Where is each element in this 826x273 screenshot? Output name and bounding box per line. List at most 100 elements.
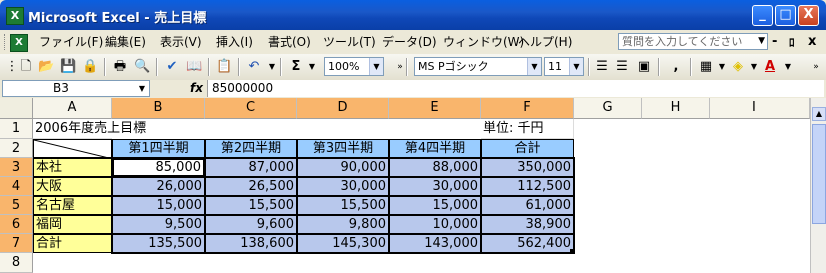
row-header-1[interactable]: 1 (0, 119, 33, 139)
data-cell[interactable]: 87,000 (205, 158, 297, 177)
align-center-icon[interactable]: ☰ (614, 59, 630, 75)
chevron-down-icon[interactable]: ▼ (569, 58, 583, 75)
font-name-select[interactable]: MS Pゴシック ▼ (414, 57, 542, 76)
data-cell[interactable]: 9,600 (205, 215, 297, 234)
data-cell[interactable]: 135,500 (112, 234, 205, 253)
col-header-c[interactable]: C (205, 98, 297, 119)
close-button[interactable]: X (798, 5, 819, 26)
research-icon[interactable]: 📖 (186, 59, 202, 75)
menu-help[interactable]: ヘルプ(H) (518, 34, 572, 50)
fill-color-dropdown-icon[interactable]: ▼ (746, 59, 762, 75)
total-cell[interactable]: 350,000 (481, 158, 574, 177)
data-cell[interactable]: 30,000 (389, 177, 481, 196)
doc-restore-button[interactable]: ﾛ (789, 34, 795, 50)
row-header-8[interactable]: 8 (0, 253, 33, 273)
data-cell[interactable]: 9,800 (297, 215, 389, 234)
spelling-icon[interactable]: ✔ (164, 59, 180, 75)
row-name-cell[interactable]: 本社 (33, 158, 112, 177)
menu-data[interactable]: データ(D) (382, 34, 437, 50)
menu-edit[interactable]: 編集(E) (105, 34, 146, 50)
fill-color-icon[interactable]: ◈ (730, 59, 746, 75)
data-cell[interactable]: 15,500 (205, 196, 297, 215)
cell-a2-diagonal[interactable] (33, 139, 113, 159)
total-cell[interactable]: 562,400 (481, 234, 574, 253)
borders-icon[interactable]: ▦ (698, 59, 714, 75)
autosum-dropdown-icon[interactable]: ▼ (304, 59, 320, 75)
toolbar-grip[interactable] (4, 34, 8, 50)
open-folder-icon[interactable]: 📂 (38, 59, 54, 75)
minimize-button[interactable]: _ (752, 5, 773, 26)
row-name-cell[interactable]: 合計 (33, 234, 112, 253)
data-cell[interactable]: 90,000 (297, 158, 389, 177)
select-all-corner[interactable] (0, 98, 33, 119)
maximize-button[interactable]: □ (775, 5, 796, 26)
vertical-scrollbar[interactable]: ▲ (810, 98, 826, 273)
total-cell[interactable]: 38,900 (481, 215, 574, 234)
menu-view[interactable]: 表示(V) (160, 34, 202, 50)
active-cell-b3[interactable]: 85,000 (112, 158, 205, 177)
header-total[interactable]: 合計 (481, 139, 574, 158)
autosum-icon[interactable]: Σ (288, 59, 304, 75)
undo-dropdown-icon[interactable]: ▼ (264, 59, 280, 75)
col-header-g[interactable]: G (574, 98, 642, 119)
permission-icon[interactable]: 🔒 (82, 59, 98, 75)
chevron-down-icon[interactable]: ▼ (369, 58, 383, 75)
row-name-cell[interactable]: 名古屋 (33, 196, 112, 215)
scroll-thumb[interactable] (812, 124, 826, 224)
cell-f1-unit[interactable]: 単位: 千円 (481, 119, 574, 139)
chevron-down-icon[interactable]: ▼ (527, 58, 541, 75)
col-header-a[interactable]: A (33, 98, 112, 119)
menu-insert[interactable]: 挿入(I) (216, 34, 253, 50)
print-preview-icon[interactable]: 🔍 (134, 59, 150, 75)
data-cell[interactable]: 15,000 (389, 196, 481, 215)
header-q1[interactable]: 第1四半期 (112, 139, 205, 158)
data-cell[interactable]: 26,000 (112, 177, 205, 196)
row-header-7[interactable]: 7 (0, 234, 33, 253)
name-box[interactable]: B3 ▼ (2, 80, 150, 97)
paste-icon[interactable]: 📋 (216, 59, 232, 75)
col-header-d[interactable]: D (297, 98, 389, 119)
font-size-select[interactable]: 11 ▼ (544, 57, 584, 76)
new-file-icon[interactable]: 🗋 (18, 59, 34, 75)
toolbar-options-icon[interactable]: » (808, 59, 824, 75)
data-cell[interactable]: 15,000 (112, 196, 205, 215)
data-cell[interactable]: 138,600 (205, 234, 297, 253)
data-cell[interactable]: 10,000 (389, 215, 481, 234)
row-header-2[interactable]: 2 (0, 139, 33, 158)
zoom-select[interactable]: 100% ▼ (324, 57, 384, 76)
print-icon[interactable]: 🖶 (112, 59, 128, 75)
data-cell[interactable]: 9,500 (112, 215, 205, 234)
doc-close-button[interactable]: x (808, 34, 816, 49)
data-cell[interactable]: 145,300 (297, 234, 389, 253)
chevron-down-icon[interactable]: ▼ (135, 81, 149, 96)
worksheet-grid[interactable]: A B C D E F G H I 1 2 3 4 5 6 7 8 2006年度… (0, 98, 810, 273)
data-cell[interactable]: 143,000 (389, 234, 481, 253)
fill-handle[interactable] (570, 249, 575, 254)
col-header-f[interactable]: F (481, 98, 574, 119)
menu-window[interactable]: ウィンドウ(W) (443, 34, 524, 50)
formula-input[interactable]: 85000000 (207, 80, 824, 97)
undo-icon[interactable]: ↶ (246, 59, 262, 75)
header-q4[interactable]: 第4四半期 (389, 139, 481, 158)
total-cell[interactable]: 61,000 (481, 196, 574, 215)
help-question-input[interactable]: 質問を入力してください ▼ (618, 33, 768, 50)
header-q3[interactable]: 第3四半期 (297, 139, 389, 158)
col-header-h[interactable]: H (642, 98, 710, 119)
row-name-cell[interactable]: 福岡 (33, 215, 112, 234)
scroll-up-icon[interactable]: ▲ (812, 107, 826, 121)
data-cell[interactable]: 26,500 (205, 177, 297, 196)
comma-style-icon[interactable]: , (668, 59, 684, 75)
menu-file[interactable]: ファイル(F) (39, 34, 103, 50)
doc-minimize-button[interactable]: - (772, 34, 777, 49)
col-header-i[interactable]: I (710, 98, 810, 119)
align-left-icon[interactable]: ☰ (594, 59, 610, 75)
row-name-cell[interactable]: 大阪 (33, 177, 112, 196)
excel-doc-icon[interactable]: X (10, 34, 28, 52)
data-cell[interactable]: 88,000 (389, 158, 481, 177)
row-header-3[interactable]: 3 (0, 158, 33, 177)
row-header-4[interactable]: 4 (0, 177, 33, 196)
borders-dropdown-icon[interactable]: ▼ (714, 59, 730, 75)
fx-icon[interactable]: fx (190, 81, 203, 95)
col-header-e[interactable]: E (389, 98, 481, 119)
total-cell[interactable]: 112,500 (481, 177, 574, 196)
